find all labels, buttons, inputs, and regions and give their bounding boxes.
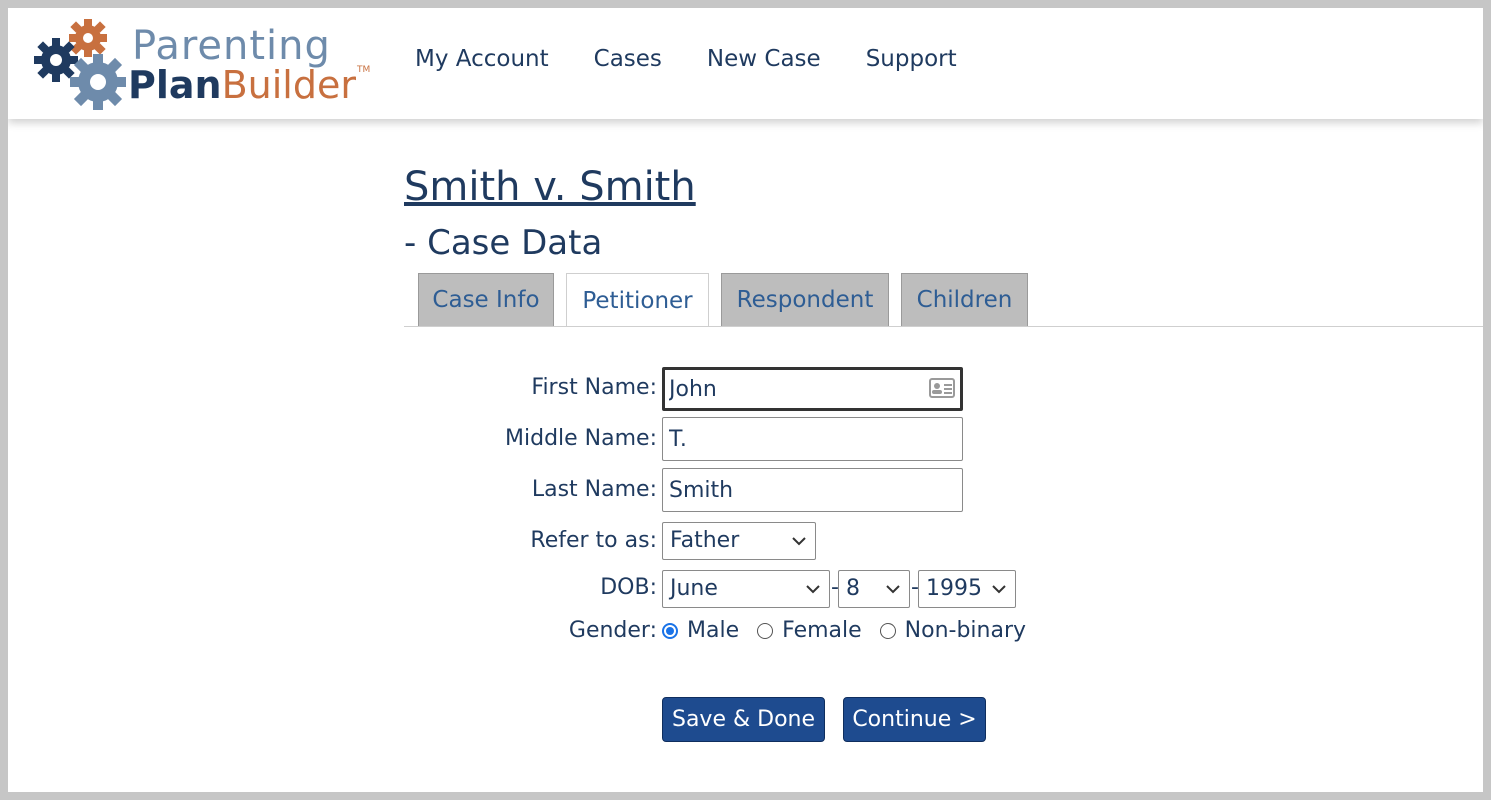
dob-day-value: 8 [846,576,860,601]
chevron-down-icon [992,585,1006,594]
tab-case-info[interactable]: Case Info [418,273,554,326]
gender-option-label: Male [687,618,740,643]
case-title-link[interactable]: Smith v. Smith [404,164,696,210]
refer-to-value: Father [670,528,740,553]
gender-option-label: Female [782,618,862,643]
main-nav: My Account Cases New Case Support [415,46,957,72]
nav-my-account[interactable]: My Account [415,46,549,72]
continue-button[interactable]: Continue > [843,697,986,742]
logo-trademark: TM [356,65,371,75]
chevron-down-icon [886,585,900,594]
chevron-down-icon [792,537,806,546]
site-header: Parenting PlanBuilderTM My Account Cases… [8,8,1483,119]
logo-text-builder: Builder [221,63,356,107]
radio-female[interactable] [757,622,774,639]
first-name-label: First Name: [531,375,657,400]
gender-label: Gender: [568,618,657,643]
tab-petitioner[interactable]: Petitioner [566,273,709,327]
dob-year-select[interactable]: 1995 [918,570,1016,608]
gender-radio-group: Male Female Non-binary [662,618,1044,643]
nav-new-case[interactable]: New Case [707,46,821,72]
refer-to-label: Refer to as: [530,528,657,553]
page-subtitle: - Case Data [404,223,603,263]
tabs-divider [404,326,1483,327]
dob-label: DOB: [600,575,657,600]
nav-support[interactable]: Support [866,46,957,72]
logo-text-parenting: Parenting [132,23,331,69]
last-name-input[interactable] [662,468,963,512]
radio-non-binary[interactable] [879,622,896,639]
app-window: Parenting PlanBuilderTM My Account Cases… [8,8,1483,792]
gender-option-male[interactable]: Male [662,618,739,643]
dob-day-select[interactable]: 8 [838,570,910,608]
logo-text-plan: Plan [128,63,222,107]
dob-month-select[interactable]: June [662,570,830,608]
dob-year-value: 1995 [926,576,982,601]
middle-name-input[interactable] [662,417,963,461]
refer-to-select[interactable]: Father [662,522,816,560]
tab-children[interactable]: Children [901,273,1028,326]
contact-card-icon[interactable] [929,378,955,398]
first-name-input[interactable] [662,367,963,411]
save-done-button[interactable]: Save & Done [662,697,825,742]
chevron-down-icon [806,585,820,594]
gender-option-female[interactable]: Female [757,618,862,643]
dob-month-value: June [670,576,718,601]
last-name-label: Last Name: [531,477,657,502]
gear-icon [34,19,126,110]
radio-male[interactable] [662,622,678,639]
gender-option-label: Non-binary [904,618,1027,643]
middle-name-label: Middle Name: [505,426,657,451]
gender-option-non-binary[interactable]: Non-binary [879,618,1027,643]
nav-cases[interactable]: Cases [594,46,662,72]
logo-text-planbuilder: PlanBuilderTM [128,63,371,107]
logo[interactable]: Parenting PlanBuilderTM [32,16,372,112]
tab-respondent[interactable]: Respondent [721,273,889,326]
